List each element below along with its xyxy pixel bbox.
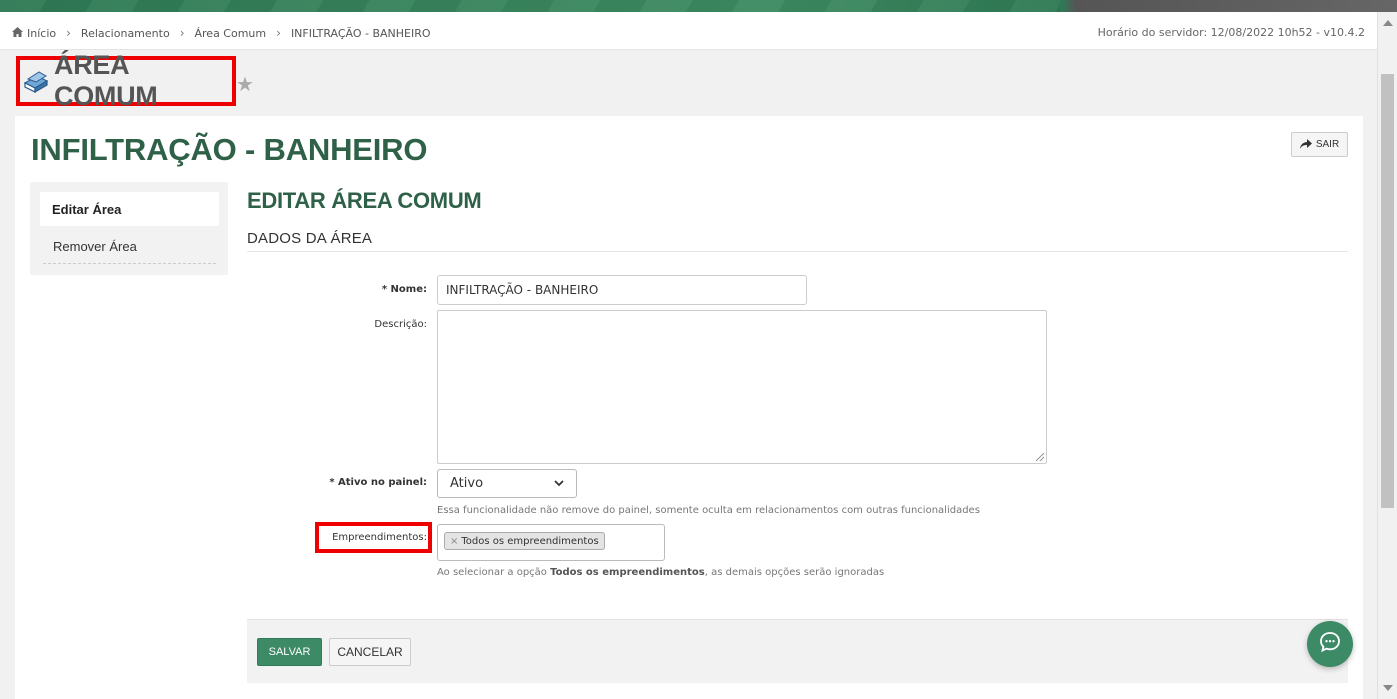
page-heading: ÁREA COMUM <box>16 50 236 111</box>
page-scrollbar[interactable] <box>1377 12 1397 699</box>
remove-tag-icon[interactable]: × <box>450 536 458 547</box>
server-time: Horário do servidor: 12/08/2022 10h52 - … <box>1097 26 1365 39</box>
chat-icon <box>1318 630 1342 659</box>
main-panel: INFILTRAÇÃO - BANHEIRO SAIR Editar Área … <box>15 116 1363 699</box>
breadcrumb-bar: Início › Relacionamento › Área Comum › I… <box>0 12 1377 50</box>
breadcrumb-current: INFILTRAÇÃO - BANHEIRO <box>290 26 431 40</box>
scroll-down-icon[interactable] <box>1383 685 1393 691</box>
exit-button[interactable]: SAIR <box>1291 132 1348 157</box>
form-title: EDITAR ÁREA COMUM <box>247 188 482 213</box>
breadcrumb-separator-icon: › <box>179 26 185 40</box>
chat-button[interactable] <box>1307 621 1353 667</box>
empreendimentos-multiselect[interactable]: × Todos os empreendimentos <box>437 524 665 561</box>
sidebar-item-editar-area[interactable]: Editar Área <box>40 192 219 226</box>
descricao-label: Descrição: <box>374 319 427 330</box>
book-icon <box>22 67 50 95</box>
section-divider <box>247 251 1348 252</box>
empreendimentos-tag-label: Todos os empreendimentos <box>461 535 599 547</box>
record-title: INFILTRAÇÃO - BANHEIRO <box>31 132 428 167</box>
ativo-label: * Ativo no painel: <box>329 477 427 488</box>
scrollbar-thumb[interactable] <box>1381 74 1394 508</box>
nome-label: * Nome: <box>381 284 427 295</box>
ativo-select[interactable]: Ativo <box>437 469 577 498</box>
empreendimentos-label: Empreendimentos: <box>332 532 427 543</box>
top-color-bar <box>0 0 1397 12</box>
home-icon <box>12 26 23 40</box>
empreendimentos-help-text: Ao selecionar a opção Todos os empreendi… <box>437 567 885 578</box>
section-title: DADOS DA ÁREA <box>247 230 373 247</box>
sidebar-item-remover-area[interactable]: Remover Área <box>43 230 216 264</box>
breadcrumb-area-comum-link[interactable]: Área Comum <box>195 27 267 40</box>
nome-input[interactable]: INFILTRAÇÃO - BANHEIRO <box>437 275 807 305</box>
star-icon[interactable]: ★ <box>236 72 254 97</box>
form-actions-bar: SALVAR CANCELAR <box>247 619 1348 683</box>
ativo-select-value: Ativo <box>450 476 484 491</box>
resize-handle-icon[interactable] <box>1036 453 1044 461</box>
breadcrumb: Início › Relacionamento › Área Comum › I… <box>12 26 431 40</box>
exit-button-label: SAIR <box>1315 139 1340 150</box>
breadcrumb-separator-icon: › <box>66 26 71 40</box>
descricao-textarea[interactable] <box>437 310 1047 464</box>
save-button[interactable]: SALVAR <box>257 638 322 666</box>
empreendimentos-tag: × Todos os empreendimentos <box>444 532 605 550</box>
share-icon <box>1299 138 1312 152</box>
chevron-down-icon <box>554 477 564 490</box>
page-title: ÁREA COMUM <box>54 50 158 111</box>
scroll-up-icon[interactable] <box>1383 20 1393 26</box>
ativo-help-text: Essa funcionalidade não remove do painel… <box>437 505 980 516</box>
breadcrumb-separator-icon: › <box>276 26 281 40</box>
cancel-button[interactable]: CANCELAR <box>329 638 411 666</box>
breadcrumb-home-link[interactable]: Início <box>27 27 56 40</box>
breadcrumb-relacionamento-link[interactable]: Relacionamento <box>81 27 170 40</box>
side-menu: Editar Área Remover Área <box>30 182 228 275</box>
